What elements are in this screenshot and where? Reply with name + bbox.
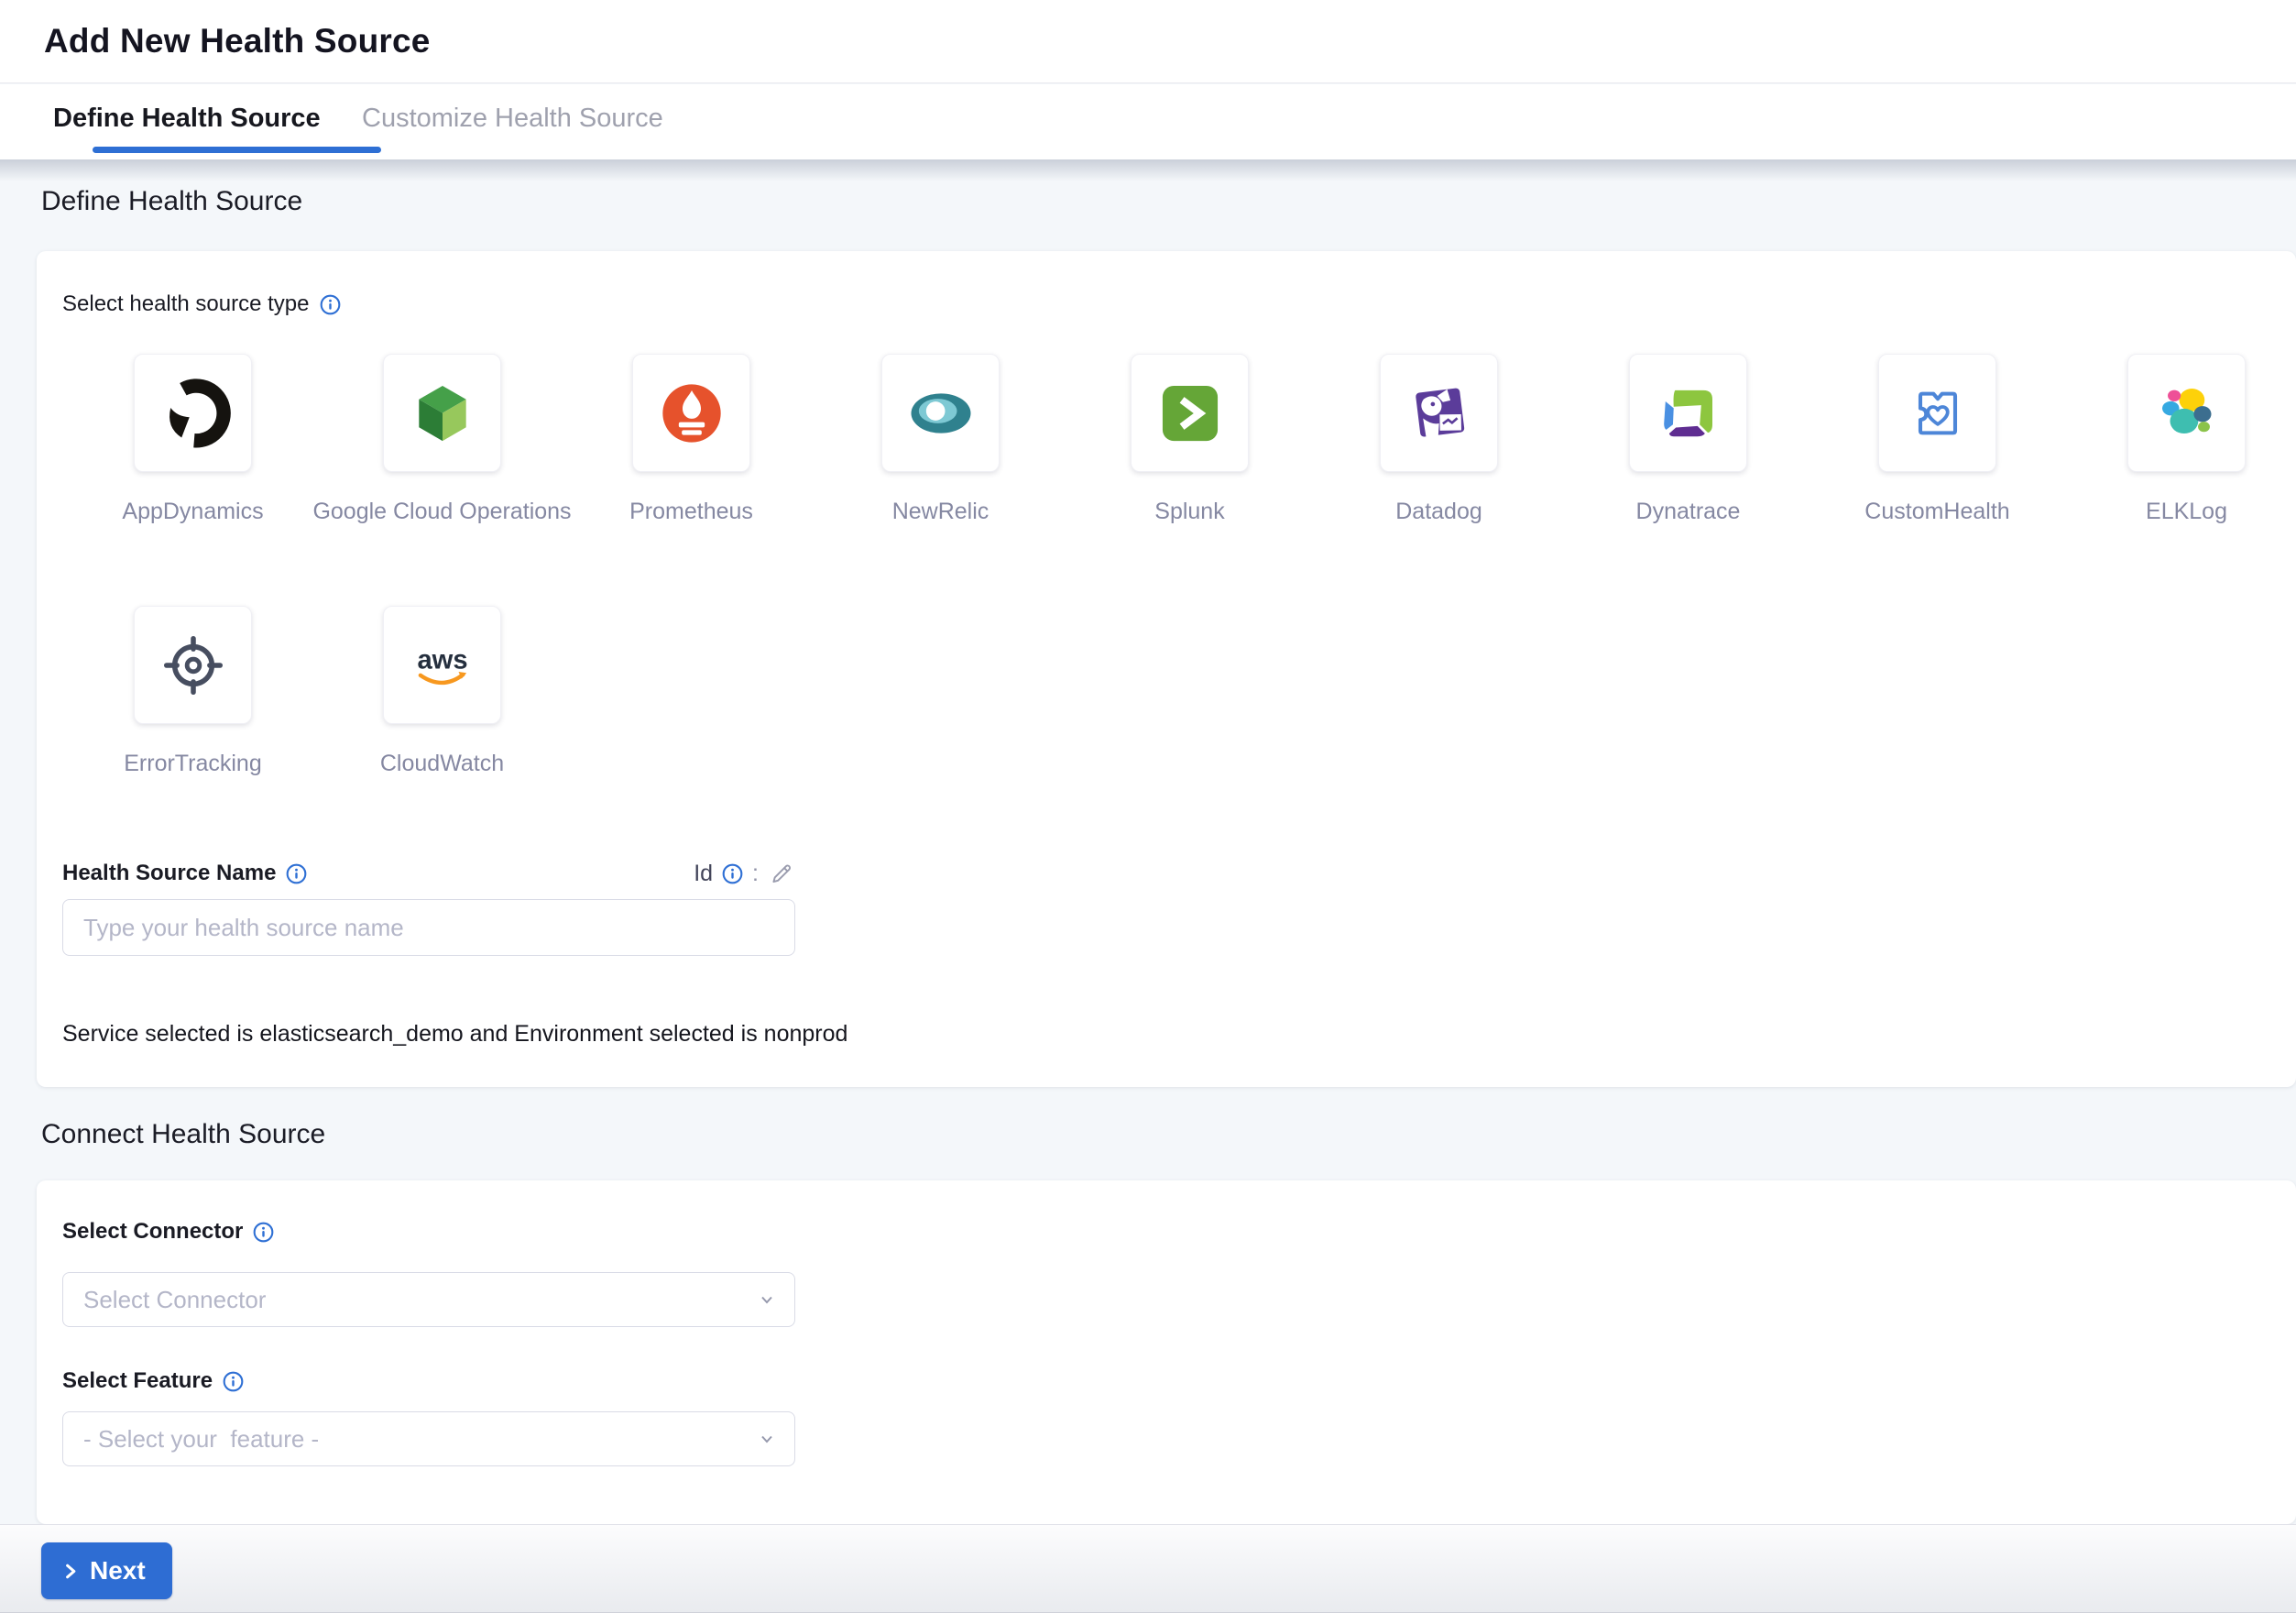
select-feature-label: Select Feature	[62, 1368, 213, 1394]
source-type-grid: AppDynamics Google Cloud Operations	[134, 354, 2269, 777]
source-card-prometheus[interactable]	[632, 354, 750, 472]
connect-section-heading: Connect Health Source	[41, 1119, 325, 1150]
tab-bar-shadow	[0, 159, 2296, 181]
tab-define-health-source[interactable]: Define Health Source	[53, 84, 321, 153]
page-header: Add New Health Source	[0, 0, 2296, 83]
tab-customize-health-source[interactable]: Customize Health Source	[362, 84, 663, 153]
connect-health-source-panel: Select Connector Select Connector Select…	[37, 1180, 2296, 1524]
svg-text:aws: aws	[417, 645, 467, 675]
elklog-icon	[2153, 379, 2221, 447]
chevron-down-icon	[758, 1430, 776, 1448]
select-feature-placeholder: - Select your feature -	[83, 1425, 319, 1454]
source-card-splunk[interactable]	[1131, 354, 1249, 472]
source-item-dynatrace: Dynatrace	[1629, 354, 1747, 525]
source-item-elklog: ELKLog	[2127, 354, 2246, 525]
source-item-google-cloud-operations: Google Cloud Operations	[383, 354, 501, 525]
source-card-google-cloud-operations[interactable]	[383, 354, 501, 472]
customhealth-icon	[1903, 379, 1973, 448]
source-item-prometheus: Prometheus	[632, 354, 750, 525]
source-card-newrelic[interactable]	[881, 354, 1000, 472]
id-group: Id :	[694, 860, 795, 887]
chevron-right-icon	[60, 1561, 81, 1582]
datadog-icon	[1403, 377, 1476, 450]
dynatrace-icon	[1653, 378, 1724, 449]
health-source-name-info-icon[interactable]	[286, 863, 307, 884]
edit-id-pencil-icon[interactable]	[768, 860, 795, 887]
select-connector-label: Select Connector	[62, 1219, 243, 1245]
source-item-errortracking: ErrorTracking	[134, 606, 252, 777]
select-connector-placeholder: Select Connector	[83, 1286, 266, 1314]
select-connector-dropdown[interactable]: Select Connector	[62, 1272, 795, 1327]
id-label: Id	[694, 861, 713, 887]
footer-bar: Next	[0, 1524, 2296, 1613]
source-item-datadog: Datadog	[1380, 354, 1498, 525]
google-cloud-operations-icon	[407, 378, 478, 449]
source-card-appdynamics[interactable]	[134, 354, 252, 472]
active-tab-underline	[93, 147, 381, 153]
page-title: Add New Health Source	[44, 22, 431, 60]
health-source-name-row: Health Source Name Id :	[62, 860, 795, 887]
health-source-name-label: Health Source Name	[62, 861, 276, 886]
appdynamics-icon	[156, 376, 231, 451]
splunk-icon	[1154, 378, 1226, 449]
source-card-datadog[interactable]	[1380, 354, 1498, 472]
define-section-heading: Define Health Source	[41, 186, 302, 217]
health-source-name-input[interactable]	[62, 899, 795, 956]
select-connector-info-icon[interactable]	[253, 1222, 274, 1243]
prometheus-icon	[655, 377, 728, 450]
source-card-elklog[interactable]	[2127, 354, 2246, 472]
source-item-newrelic: NewRelic	[881, 354, 1000, 525]
service-environment-note: Service selected is elasticsearch_demo a…	[62, 1021, 847, 1048]
source-item-appdynamics: AppDynamics	[134, 354, 252, 525]
define-health-source-panel: Select health source type AppDynamics	[37, 251, 2296, 1087]
add-health-source-page: Add New Health Source Define Health Sour…	[0, 0, 2296, 1613]
source-type-info-icon[interactable]	[320, 294, 341, 315]
source-type-label: Select health source type	[62, 291, 310, 317]
id-info-icon[interactable]	[722, 863, 743, 884]
select-feature-dropdown[interactable]: - Select your feature -	[62, 1411, 795, 1466]
select-feature-info-icon[interactable]	[223, 1371, 244, 1392]
next-button[interactable]: Next	[41, 1542, 172, 1599]
tab-bar: Define Health Source Customize Health So…	[0, 84, 2296, 159]
source-item-cloudwatch: aws CloudWatch	[383, 606, 501, 777]
id-colon: :	[752, 861, 759, 887]
source-card-errortracking[interactable]	[134, 606, 252, 724]
source-item-customhealth: CustomHealth	[1878, 354, 1996, 525]
chevron-down-icon	[758, 1290, 776, 1309]
errortracking-icon	[158, 630, 229, 701]
newrelic-icon	[904, 377, 978, 450]
source-item-splunk: Splunk	[1131, 354, 1249, 525]
source-card-dynatrace[interactable]	[1629, 354, 1747, 472]
source-card-cloudwatch[interactable]: aws	[383, 606, 501, 724]
cloudwatch-aws-icon: aws	[406, 629, 479, 702]
source-card-customhealth[interactable]	[1878, 354, 1996, 472]
